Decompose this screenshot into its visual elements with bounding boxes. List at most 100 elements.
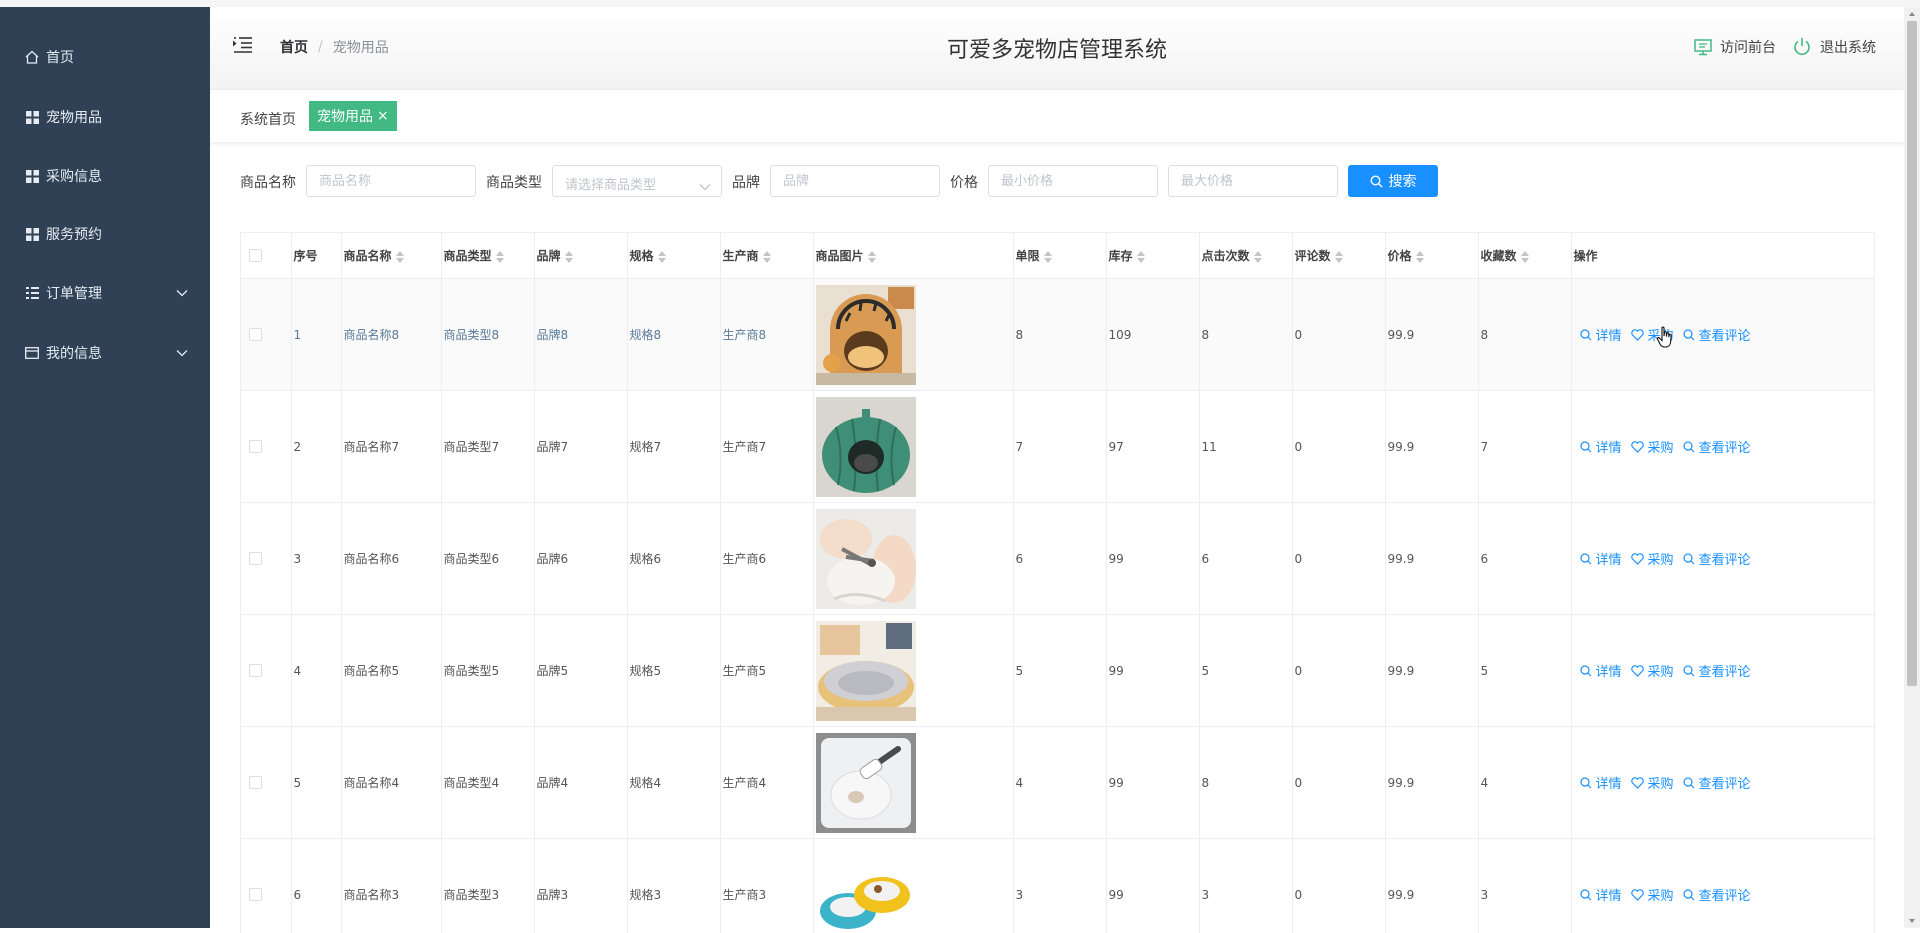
sort-icon[interactable] bbox=[1521, 251, 1529, 263]
tag-system-home[interactable]: 系统首页 bbox=[240, 109, 296, 129]
cell-brand: 品牌4 bbox=[534, 727, 627, 839]
search-icon bbox=[1683, 329, 1695, 341]
row-select-cell bbox=[241, 839, 291, 933]
detail-button[interactable]: 详情 bbox=[1580, 885, 1622, 904]
column-header[interactable]: 价格 bbox=[1385, 233, 1478, 279]
sort-icon[interactable] bbox=[1137, 251, 1145, 263]
purchase-button[interactable]: 采购 bbox=[1631, 437, 1674, 456]
view-comments-button[interactable]: 查看评论 bbox=[1683, 549, 1751, 568]
purchase-button[interactable]: 采购 bbox=[1631, 325, 1674, 344]
view-comments-button[interactable]: 查看评论 bbox=[1683, 325, 1751, 344]
cell-favorites: 4 bbox=[1478, 727, 1571, 839]
row-checkbox[interactable] bbox=[249, 776, 262, 789]
column-header[interactable]: 品牌 bbox=[534, 233, 627, 279]
table-row: 3 商品名称6 商品类型6 品牌6 规格6 生产商6 bbox=[241, 503, 1874, 615]
column-header[interactable]: 商品图片 bbox=[813, 233, 1013, 279]
max-price-input[interactable] bbox=[1168, 165, 1338, 197]
column-header[interactable]: 收藏数 bbox=[1478, 233, 1571, 279]
product-image-plush-bed[interactable] bbox=[816, 621, 916, 721]
tag-pet-supplies[interactable]: 宠物用品 × bbox=[309, 101, 397, 131]
purchase-button[interactable]: 采购 bbox=[1631, 773, 1674, 792]
cell-reviews: 0 bbox=[1292, 727, 1385, 839]
column-header[interactable]: 商品名称 bbox=[341, 233, 441, 279]
sort-icon[interactable] bbox=[1416, 251, 1424, 263]
view-comments-button[interactable]: 查看评论 bbox=[1683, 437, 1751, 456]
scrollbar-thumb[interactable] bbox=[1907, 21, 1917, 686]
sidebar-item-pet-supplies[interactable]: 宠物用品 bbox=[0, 97, 210, 137]
product-image-pumpkin-bed[interactable] bbox=[816, 397, 916, 497]
product-name-input[interactable] bbox=[306, 165, 476, 197]
column-header[interactable]: 评论数 bbox=[1292, 233, 1385, 279]
cell-actions: 详情 采购 查看评论 bbox=[1571, 503, 1874, 615]
sidebar-item-home[interactable]: 首页 bbox=[0, 37, 210, 77]
product-image-grooming-brush[interactable] bbox=[816, 733, 916, 833]
purchase-button[interactable]: 采购 bbox=[1631, 885, 1674, 904]
detail-button[interactable]: 详情 bbox=[1580, 325, 1622, 344]
cell-index: 2 bbox=[291, 391, 341, 503]
purchase-button[interactable]: 采购 bbox=[1631, 549, 1674, 568]
scroll-up-arrow-icon[interactable] bbox=[1907, 9, 1917, 19]
cell-type: 商品类型7 bbox=[441, 391, 534, 503]
search-icon bbox=[1683, 441, 1695, 453]
row-checkbox[interactable] bbox=[249, 552, 262, 565]
column-header[interactable]: 单限 bbox=[1013, 233, 1106, 279]
view-comments-button[interactable]: 查看评论 bbox=[1683, 773, 1751, 792]
purchase-button[interactable]: 采购 bbox=[1631, 661, 1674, 680]
cell-price: 99.9 bbox=[1385, 503, 1478, 615]
row-checkbox[interactable] bbox=[249, 440, 262, 453]
cell-image bbox=[813, 727, 1013, 839]
cell-reviews: 0 bbox=[1292, 279, 1385, 391]
scroll-down-arrow-icon[interactable] bbox=[1907, 916, 1917, 926]
view-comments-button[interactable]: 查看评论 bbox=[1683, 661, 1751, 680]
row-checkbox[interactable] bbox=[249, 328, 262, 341]
table-header-row: 序号 商品名称 商品类型 品牌 规格 生产商 商品图片 单限 库存 点击次数 评… bbox=[241, 233, 1874, 279]
cell-favorites: 7 bbox=[1478, 391, 1571, 503]
detail-button[interactable]: 详情 bbox=[1580, 773, 1622, 792]
column-header[interactable]: 规格 bbox=[627, 233, 720, 279]
sort-icon[interactable] bbox=[1254, 251, 1262, 263]
logout-button[interactable]: 退出系统 bbox=[1792, 37, 1876, 57]
cell-clicks: 5 bbox=[1199, 615, 1292, 727]
sort-icon[interactable] bbox=[396, 251, 404, 263]
product-table: 序号 商品名称 商品类型 品牌 规格 生产商 商品图片 单限 库存 点击次数 评… bbox=[240, 232, 1875, 933]
column-header[interactable]: 库存 bbox=[1106, 233, 1199, 279]
sort-icon[interactable] bbox=[1044, 251, 1052, 263]
column-header[interactable]: 生产商 bbox=[720, 233, 813, 279]
brand-input[interactable] bbox=[770, 165, 940, 197]
row-checkbox[interactable] bbox=[249, 888, 262, 901]
view-comments-button[interactable]: 查看评论 bbox=[1683, 885, 1751, 904]
sort-icon[interactable] bbox=[868, 251, 876, 263]
product-image-pet-house[interactable] bbox=[816, 285, 916, 385]
sort-icon[interactable] bbox=[1335, 251, 1343, 263]
sort-icon[interactable] bbox=[565, 251, 573, 263]
product-type-select[interactable]: 请选择商品类型 bbox=[552, 165, 722, 197]
cell-limit: 7 bbox=[1013, 391, 1106, 503]
cell-spec: 规格8 bbox=[627, 279, 720, 391]
detail-button[interactable]: 详情 bbox=[1580, 549, 1622, 568]
close-icon[interactable]: × bbox=[377, 108, 389, 124]
cell-stock: 99 bbox=[1106, 727, 1199, 839]
min-price-input[interactable] bbox=[988, 165, 1158, 197]
select-all-checkbox[interactable] bbox=[249, 249, 262, 262]
sort-icon[interactable] bbox=[496, 251, 504, 263]
sidebar-item-service-booking[interactable]: 服务预约 bbox=[0, 214, 210, 254]
cell-actions: 详情 采购 查看评论 bbox=[1571, 727, 1874, 839]
heart-icon bbox=[1631, 553, 1644, 565]
sidebar-item-orders[interactable]: 订单管理 bbox=[0, 273, 210, 313]
search-button[interactable]: 搜索 bbox=[1348, 165, 1438, 197]
column-header[interactable]: 点击次数 bbox=[1199, 233, 1292, 279]
column-header[interactable]: 商品类型 bbox=[441, 233, 534, 279]
product-image-pet-bowls[interactable] bbox=[816, 845, 916, 933]
sort-icon[interactable] bbox=[658, 251, 666, 263]
sidebar-item-my-info[interactable]: 我的信息 bbox=[0, 333, 210, 373]
page-scrollbar[interactable] bbox=[1904, 7, 1920, 928]
detail-button[interactable]: 详情 bbox=[1580, 437, 1622, 456]
search-icon bbox=[1580, 665, 1592, 677]
cell-price: 99.9 bbox=[1385, 839, 1478, 933]
row-checkbox[interactable] bbox=[249, 664, 262, 677]
visit-front-button[interactable]: 访问前台 bbox=[1694, 37, 1776, 57]
detail-button[interactable]: 详情 bbox=[1580, 661, 1622, 680]
sidebar-item-purchase[interactable]: 采购信息 bbox=[0, 156, 210, 196]
product-image-nail-clipper[interactable] bbox=[816, 509, 916, 609]
sort-icon[interactable] bbox=[763, 251, 771, 263]
